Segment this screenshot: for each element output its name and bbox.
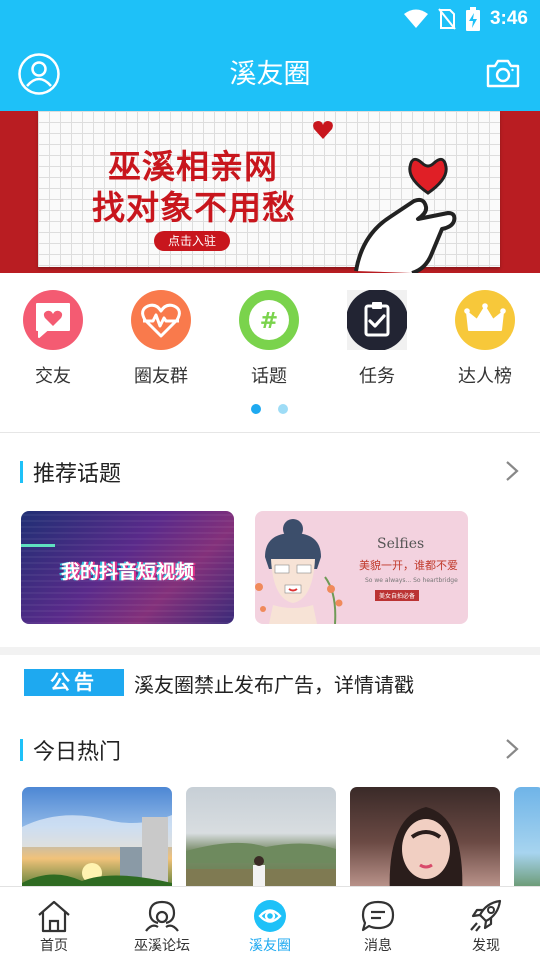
topic-card-douyin[interactable]: 我的抖音短视频 <box>21 511 234 624</box>
selfie-portrait-image <box>389 807 463 897</box>
crown-icon <box>455 290 515 350</box>
quick-item-tasks[interactable]: 任务 <box>332 290 422 388</box>
svg-text:#: # <box>260 309 278 334</box>
tab-forum[interactable]: 巫溪论坛 <box>108 887 216 960</box>
quick-menu: 交友 圈友群 # 话题 任务 达人榜 <box>0 274 540 432</box>
topic-card-word: Selfies <box>377 536 425 552</box>
quick-item-label: 达人榜 <box>458 366 512 387</box>
topic-card-text: 我的抖音短视频 <box>60 561 194 583</box>
top-bar: 3:46 溪友圈 <box>0 0 540 111</box>
section-title: 推荐话题 <box>33 462 122 487</box>
heartbeat-icon <box>131 290 191 350</box>
circle-eye-icon <box>254 900 286 932</box>
chevron-right-icon[interactable] <box>504 459 520 483</box>
quick-item-label: 话题 <box>251 366 287 387</box>
sunset-city-image <box>22 815 172 897</box>
home-icon <box>38 900 70 933</box>
quick-item-label: 任务 <box>359 366 395 387</box>
page-dot-active <box>251 404 261 414</box>
topic-card-caption: 美貌一开，谁都不爱 <box>359 559 458 572</box>
notice-bar[interactable]: 公告 溪友圈禁止发布广告，详情请戳 <box>24 668 524 698</box>
recommended-topics-header[interactable]: 推荐话题 <box>0 451 540 491</box>
tab-home[interactable]: 首页 <box>0 887 108 960</box>
camera-icon[interactable] <box>486 58 520 88</box>
wifi-icon <box>403 9 428 28</box>
tab-messages[interactable]: 消息 <box>324 887 432 960</box>
quick-item-friends[interactable]: 交友 <box>8 290 98 388</box>
riverside-person-image <box>186 842 336 897</box>
banner-heart-icon <box>313 121 333 139</box>
tab-label: 首页 <box>40 938 68 954</box>
girl-illustration <box>255 519 343 624</box>
hot-post-thumbnail[interactable] <box>514 787 540 897</box>
battery-charging-icon <box>465 7 480 31</box>
forum-icon <box>145 900 179 932</box>
hashtag-icon: # <box>239 290 299 350</box>
tab-label: 溪友圈 <box>249 938 291 954</box>
page-title: 溪友圈 <box>229 59 311 90</box>
tab-discover[interactable]: 发现 <box>432 887 540 960</box>
tab-label: 发现 <box>472 938 500 954</box>
finger-heart-icon <box>354 157 457 273</box>
tab-label: 消息 <box>364 938 392 954</box>
status-bar: 3:46 <box>403 6 528 32</box>
topic-card-tag: 美女自拍必备 <box>375 590 420 601</box>
hot-post-thumbnail[interactable] <box>186 787 336 897</box>
heart-chat-icon <box>23 290 83 350</box>
message-icon <box>361 900 395 932</box>
status-time: 3:46 <box>489 8 528 29</box>
no-sim-icon <box>438 8 456 30</box>
tab-xiyouquan[interactable]: 溪友圈 <box>216 887 324 960</box>
hot-post-thumbnail[interactable] <box>22 787 172 897</box>
hot-post-thumbnail[interactable] <box>350 787 500 897</box>
promo-banner[interactable]: 巫溪相亲网 找对象不用愁 点击入驻 <box>0 111 540 273</box>
banner-cta-button[interactable]: 点击入驻 <box>154 231 231 251</box>
quick-item-label: 交友 <box>35 366 71 387</box>
page-dot <box>278 404 288 414</box>
bottom-tab-bar: 首页 巫溪论坛 溪友圈 消息 发现 <box>0 886 540 960</box>
divider <box>0 432 540 433</box>
notice-text[interactable]: 溪友圈禁止发布广告，详情请戳 <box>134 669 414 698</box>
notice-badge: 公告 <box>24 669 124 696</box>
chevron-right-icon[interactable] <box>504 737 520 761</box>
quick-item-groups[interactable]: 圈友群 <box>116 290 206 388</box>
page-indicator <box>251 404 288 414</box>
quick-item-ranking[interactable]: 达人榜 <box>440 290 530 388</box>
app-screen: 3:46 溪友圈 巫溪相亲网 找对象不用愁 点击入驻 交友 圈友群 # 话题 任… <box>0 0 540 960</box>
quick-item-label: 圈友群 <box>134 366 188 387</box>
banner-subtitle: 找对象不用愁 <box>92 188 296 227</box>
glitch-streak <box>21 544 55 547</box>
today-hot-header[interactable]: 今日热门 <box>0 729 540 769</box>
section-accent-bar <box>20 461 23 483</box>
quick-item-topics[interactable]: # 话题 <box>224 290 314 388</box>
tab-label: 巫溪论坛 <box>134 938 190 954</box>
section-title: 今日热门 <box>33 740 122 765</box>
topic-card-small-text: So we always... So heartbridge <box>365 577 458 584</box>
clipboard-check-icon <box>347 290 407 350</box>
section-gap <box>0 647 540 655</box>
section-accent-bar <box>20 739 23 761</box>
rocket-icon <box>470 899 502 932</box>
topic-card-selfies[interactable]: Selfies 美貌一开，谁都不爱 So we always... So hea… <box>255 511 468 624</box>
